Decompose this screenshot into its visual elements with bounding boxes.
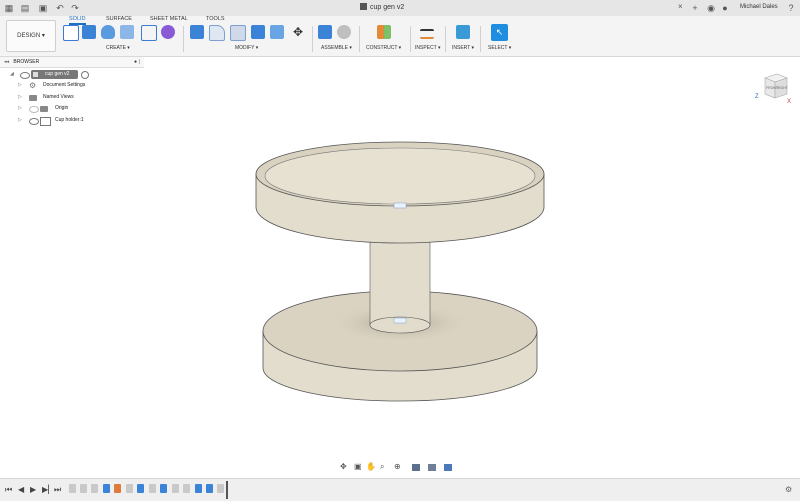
tab-surface[interactable]: SURFACE (106, 16, 132, 22)
user-name[interactable]: Michael Dales (740, 4, 778, 10)
fillet-icon[interactable] (209, 25, 225, 41)
pan-hand-icon[interactable]: ✋ (366, 462, 376, 471)
play-icon[interactable]: ▶ (30, 485, 36, 494)
tab-sheet-metal[interactable]: SHEET METAL (150, 16, 188, 22)
display-settings-icon[interactable] (412, 464, 420, 471)
collapse-browser-icon[interactable]: ◂◂ (4, 59, 9, 65)
timeline-feature[interactable] (172, 484, 179, 493)
step-back-icon[interactable]: ◀ (18, 485, 24, 494)
look-at-icon[interactable]: ▣ (354, 462, 362, 471)
timeline-feature[interactable] (91, 484, 98, 493)
timeline-feature[interactable] (217, 484, 224, 493)
zoom-window-icon[interactable]: ⊕ (394, 462, 401, 471)
shell-icon[interactable] (251, 25, 265, 39)
toolbar-ribbon: DESIGN ▾ SOLID SURFACE SHEET METAL TOOLS… (0, 16, 800, 57)
sweep-icon[interactable] (120, 25, 134, 39)
separator (183, 26, 184, 52)
press-pull-icon[interactable] (190, 25, 204, 39)
pin-icon[interactable]: ● (134, 57, 137, 67)
canvas-viewport[interactable] (0, 67, 800, 477)
separator (480, 26, 481, 52)
collapse-panel-icon[interactable]: | (139, 57, 140, 67)
title-bar: ▦ ▤ ▣ ↶ ↷ cup gen v2 × + ◉ ● Michael Dal… (0, 0, 800, 17)
axis-x-label: X (787, 99, 791, 105)
chamfer-icon[interactable] (230, 25, 246, 41)
new-tab-icon[interactable]: + (690, 3, 700, 13)
browser-title: BROWSER (13, 59, 40, 65)
viewcube[interactable]: FRONT RIGHT Z X (755, 70, 791, 105)
grid-settings-icon[interactable] (428, 464, 436, 471)
insert-menu[interactable]: INSERT ▾ (452, 45, 474, 51)
separator (312, 26, 313, 52)
separator (445, 26, 446, 52)
revolve-icon[interactable] (101, 25, 115, 39)
joint-origin-icon[interactable] (393, 317, 407, 324)
assemble-menu[interactable]: ASSEMBLE ▾ (321, 45, 352, 51)
timeline-marker[interactable] (226, 481, 228, 499)
timeline-feature[interactable] (137, 484, 144, 493)
new-component-icon[interactable] (318, 25, 332, 39)
select-menu[interactable]: SELECT ▾ (488, 45, 511, 51)
navigation-bar: ✥ ▣ ✋ ⌕ ⊕ (338, 462, 458, 473)
modify-menu[interactable]: MODIFY ▾ (235, 45, 258, 51)
document-cube-icon (360, 3, 367, 10)
separator (410, 26, 411, 52)
file-menu-icon[interactable]: ▤ (20, 3, 30, 13)
timeline-settings-gear-icon[interactable]: ⚙ (785, 485, 792, 494)
timeline-feature[interactable] (103, 484, 110, 493)
joint-origin-icon[interactable] (393, 202, 407, 209)
tray-surface (264, 147, 536, 205)
job-status-icon[interactable]: ◉ (706, 3, 716, 13)
timeline: ⏮ ◀ ▶ ▶▏ ⏭ ⚙ (0, 478, 800, 501)
tab-tools[interactable]: TOOLS (206, 16, 225, 22)
timeline-feature[interactable] (206, 484, 213, 493)
timeline-feature[interactable] (69, 484, 76, 493)
viewcube-right-label: RIGHT (777, 86, 789, 90)
extrude-icon[interactable] (82, 25, 96, 39)
combine-icon[interactable] (270, 25, 284, 39)
offset-plane-icon[interactable] (377, 25, 391, 39)
select-arrow-icon[interactable]: ↖ (491, 24, 508, 41)
stem (369, 236, 431, 326)
separator (359, 26, 360, 52)
save-icon[interactable]: ▣ (38, 3, 48, 13)
rewind-icon[interactable]: ⏮ (5, 485, 12, 495)
app-grid-icon[interactable]: ▦ (4, 3, 14, 13)
form-icon[interactable] (161, 25, 175, 39)
help-icon[interactable]: ? (786, 3, 796, 13)
workspace-switcher[interactable]: DESIGN ▾ (6, 20, 56, 52)
step-forward-icon[interactable]: ▶▏ (42, 485, 54, 494)
close-tab-icon[interactable]: × (678, 2, 683, 11)
timeline-feature[interactable] (126, 484, 133, 493)
box-icon[interactable] (141, 25, 157, 41)
viewports-icon[interactable] (444, 464, 452, 471)
zoom-icon[interactable]: ⌕ (380, 462, 384, 472)
timeline-feature[interactable] (195, 484, 202, 493)
timeline-feature[interactable] (183, 484, 190, 493)
redo-icon[interactable]: ↷ (70, 3, 80, 13)
timeline-feature[interactable] (80, 484, 87, 493)
notifications-icon[interactable]: ● (720, 3, 730, 13)
inspect-menu[interactable]: INSPECT ▾ (415, 45, 440, 51)
insert-image-icon[interactable] (456, 25, 470, 39)
new-sketch-icon[interactable] (63, 25, 79, 41)
axis-z-label: Z (755, 94, 759, 100)
timeline-feature[interactable] (149, 484, 156, 493)
construct-menu[interactable]: CONSTRUCT ▾ (366, 45, 401, 51)
timeline-feature[interactable] (160, 484, 167, 493)
orbit-icon[interactable]: ✥ (340, 462, 347, 471)
model-render[interactable] (0, 67, 800, 477)
joint-icon[interactable] (337, 25, 351, 39)
fast-forward-icon[interactable]: ⏭ (54, 485, 61, 495)
move-icon[interactable]: ✥ (291, 25, 305, 39)
document-title-text: cup gen v2 (370, 4, 405, 11)
measure-icon[interactable] (420, 29, 434, 39)
document-title: cup gen v2 (360, 3, 404, 11)
create-menu[interactable]: CREATE ▾ (106, 45, 130, 51)
undo-icon[interactable]: ↶ (55, 3, 65, 13)
timeline-feature[interactable] (114, 484, 121, 493)
tab-solid[interactable]: SOLID (69, 16, 86, 25)
